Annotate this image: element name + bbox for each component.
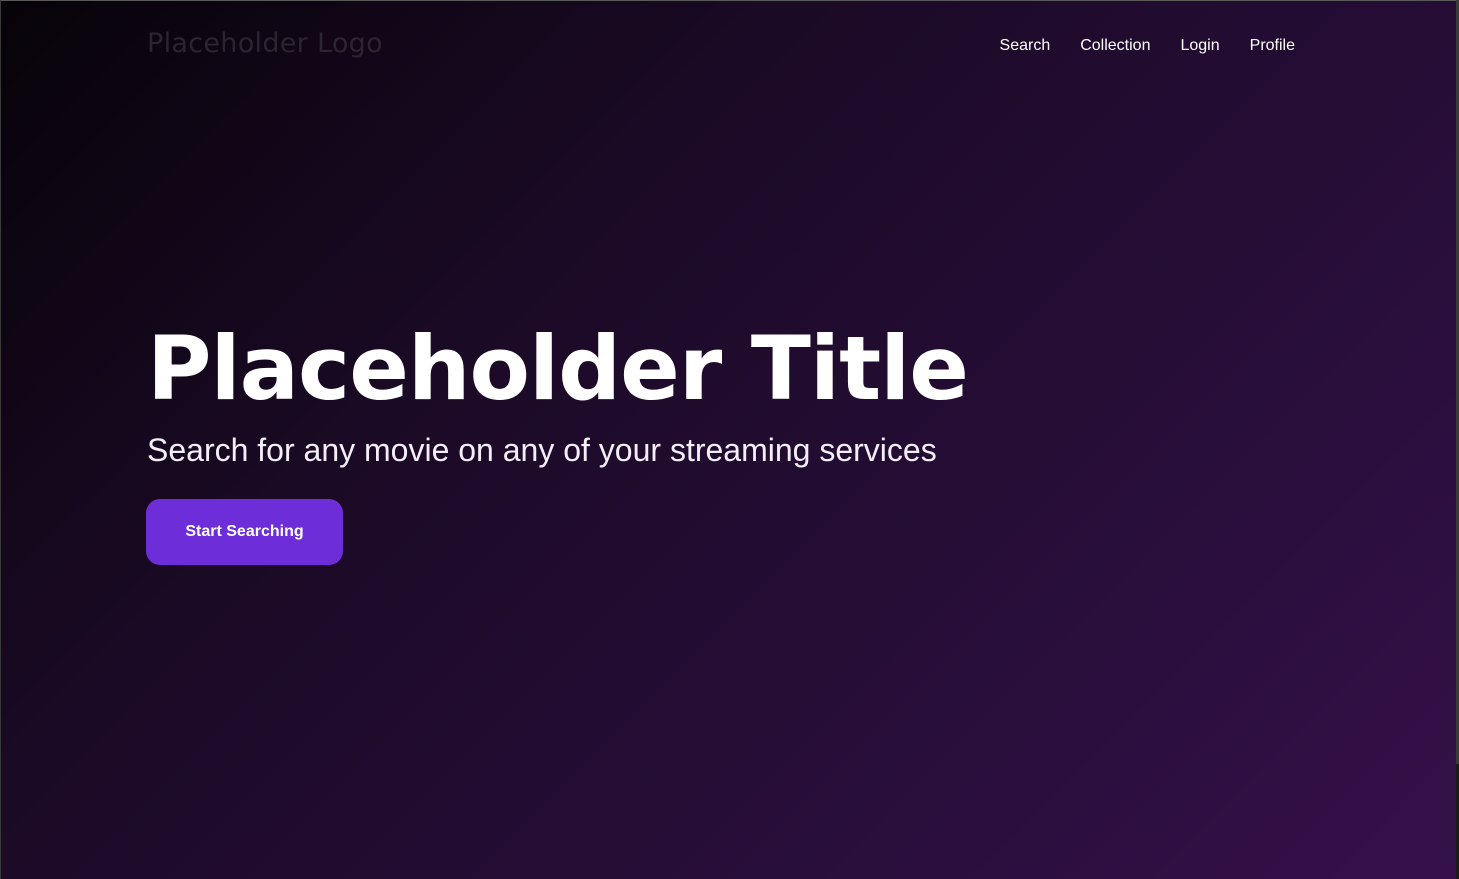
hero-title: Placeholder Title (147, 317, 969, 420)
site-header: Placeholder Logo Search Collection Login… (0, 0, 1459, 95)
nav-link-login[interactable]: Login (1180, 37, 1219, 55)
nav-link-search[interactable]: Search (1000, 37, 1051, 55)
hero-section: Placeholder Title Search for any movie o… (147, 317, 969, 470)
nav-link-profile[interactable]: Profile (1250, 37, 1295, 55)
start-searching-button[interactable]: Start Searching (146, 499, 343, 565)
nav-link-collection[interactable]: Collection (1080, 37, 1150, 55)
hero-subtitle: Search for any movie on any of your stre… (147, 432, 937, 468)
site-logo[interactable]: Placeholder Logo (147, 28, 383, 59)
main-nav: Search Collection Login Profile (1000, 37, 1295, 55)
